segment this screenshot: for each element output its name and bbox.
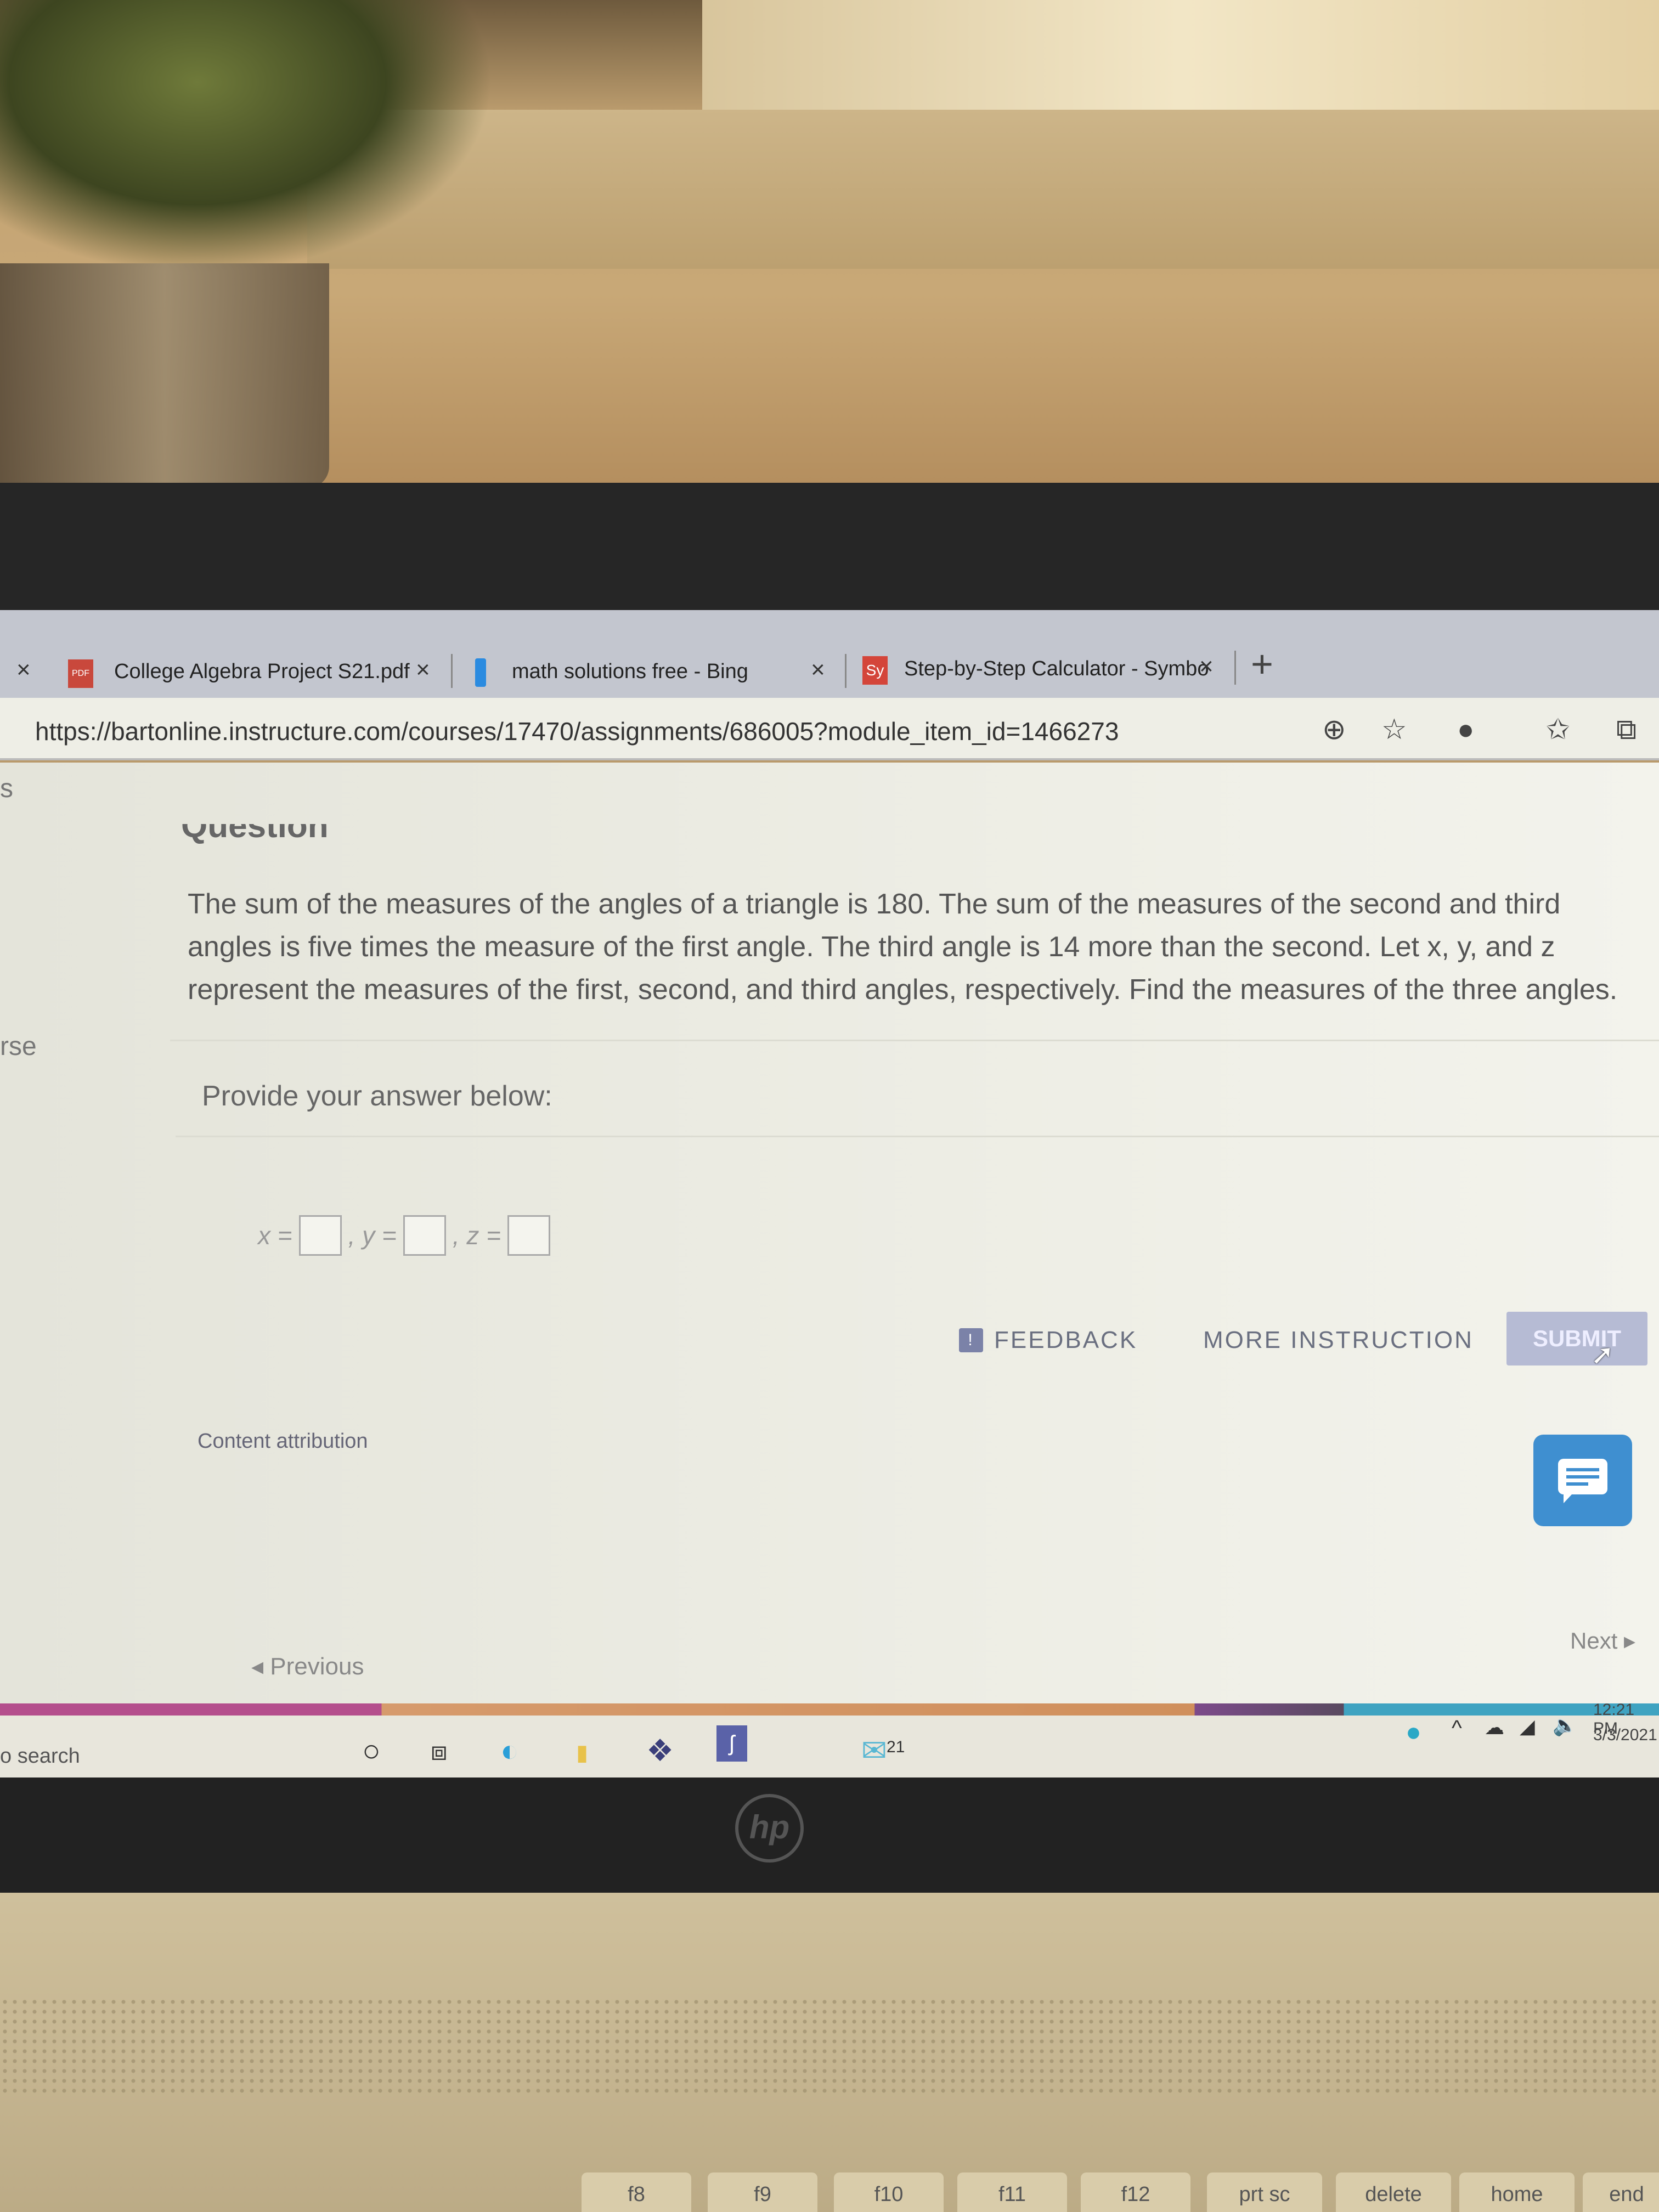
laptop-bezel-bottom <box>0 1778 1659 1898</box>
key-delete: delete <box>1336 2172 1451 2212</box>
feedback-icon: ! <box>959 1328 983 1352</box>
background-window <box>702 0 1659 110</box>
question-line: represent the measures of the first, sec… <box>188 974 1618 1006</box>
close-tab-button[interactable]: × <box>811 656 825 684</box>
tab-bar <box>0 610 1659 698</box>
cursor-icon: ➚ <box>1591 1339 1614 1370</box>
previous-button[interactable]: ◂ Previous <box>251 1652 364 1680</box>
answer-prompt: Provide your answer below: <box>202 1080 552 1112</box>
cortana-icon[interactable]: ○ <box>362 1733 381 1768</box>
background-plant <box>0 0 494 274</box>
app-icon[interactable]: ʃ <box>716 1725 747 1762</box>
question-line: angles is five times the measure of the … <box>188 931 1555 963</box>
show-hidden-icons[interactable]: ^ <box>1452 1716 1462 1741</box>
location-icon[interactable]: ● <box>1457 713 1474 746</box>
volume-icon[interactable]: 🔈 <box>1553 1714 1577 1737</box>
mail-icon[interactable]: ✉ <box>861 1733 887 1769</box>
pdf-icon: PDF <box>68 659 93 688</box>
close-tab-button[interactable]: × <box>416 656 430 684</box>
new-tab-button[interactable]: + <box>1251 642 1273 686</box>
tab-separator <box>451 654 453 688</box>
y-label: , y = <box>348 1221 397 1250</box>
url-text[interactable]: https://bartonline.instructure.com/cours… <box>35 716 1119 746</box>
file-explorer-icon[interactable]: ▮ <box>576 1740 588 1765</box>
bing-icon <box>475 658 486 687</box>
background-sill <box>307 110 1659 269</box>
add-favorite-icon[interactable]: ☆ <box>1381 713 1407 746</box>
chat-button[interactable] <box>1533 1435 1632 1526</box>
background-vase <box>0 263 329 488</box>
close-tab-button[interactable]: × <box>16 656 31 684</box>
divider <box>170 1040 1659 1041</box>
zoom-icon[interactable]: ⊕ <box>1322 713 1346 746</box>
divider <box>176 1136 1659 1137</box>
question-line: The sum of the measures of the angles of… <box>188 888 1561 920</box>
content-attribution-link[interactable]: Content attribution <box>198 1430 368 1453</box>
z-input[interactable] <box>507 1215 551 1256</box>
task-view-icon[interactable]: ⧈ <box>431 1736 448 1767</box>
x-input[interactable] <box>298 1215 342 1256</box>
hp-logo: hp <box>735 1794 804 1863</box>
next-button[interactable]: Next ▸ <box>1570 1627 1635 1654</box>
tab-separator <box>845 654 847 688</box>
key-f9: f9 <box>708 2172 817 2212</box>
feedback-button[interactable]: ! FEEDBACK <box>959 1327 1137 1354</box>
wallpaper-stripe <box>0 1703 1659 1716</box>
answer-equation: x = , y = , z = <box>258 1215 551 1256</box>
mail-badge: 21 <box>887 1738 905 1756</box>
tab-college-algebra[interactable]: College Algebra Project S21.pdf <box>114 660 410 684</box>
key-f12: f12 <box>1081 2172 1190 2212</box>
sidebar-fragment: rse <box>0 1032 37 1061</box>
symbolab-icon: Sy <box>862 656 888 685</box>
y-input[interactable] <box>403 1215 446 1256</box>
key-end: end <box>1583 2172 1659 2212</box>
x-label: x = <box>258 1221 292 1250</box>
sidebar-fragment: s <box>0 774 13 803</box>
onedrive-icon[interactable]: ☁ <box>1485 1716 1504 1739</box>
wifi-icon[interactable]: ◢ <box>1520 1715 1535 1738</box>
submit-button[interactable]: SUBMIT <box>1506 1312 1647 1365</box>
tab-separator <box>1234 651 1236 685</box>
chat-icon <box>1558 1458 1607 1503</box>
key-prt-sc: prt sc <box>1207 2172 1322 2212</box>
dropbox-icon[interactable]: ❖ <box>646 1733 674 1769</box>
key-home: home <box>1459 2172 1575 2212</box>
close-tab-button[interactable]: × <box>1199 653 1214 680</box>
key-f8: f8 <box>582 2172 691 2212</box>
clock-date[interactable]: 3/3/2021 <box>1593 1726 1657 1745</box>
edge-icon[interactable]: ◐ <box>500 1733 519 1768</box>
collections-icon[interactable]: ⧉ <box>1616 713 1637 747</box>
z-label: , z = <box>452 1221 501 1250</box>
laptop-bezel-top <box>0 483 1659 614</box>
tab-bing[interactable]: math solutions free - Bing <box>512 660 748 684</box>
key-f11: f11 <box>957 2172 1067 2212</box>
taskbar-search[interactable]: o search <box>0 1745 80 1768</box>
speaker-grille <box>0 1997 1659 2096</box>
help-icon[interactable]: ● <box>1406 1717 1421 1747</box>
favorites-icon[interactable]: ✩ <box>1546 713 1570 746</box>
key-f10: f10 <box>834 2172 944 2212</box>
more-instruction-button[interactable]: MORE INSTRUCTION <box>1203 1327 1474 1354</box>
tab-symbolab[interactable]: Step-by-Step Calculator - Symbo <box>904 657 1209 681</box>
feedback-label: FEEDBACK <box>994 1327 1138 1353</box>
